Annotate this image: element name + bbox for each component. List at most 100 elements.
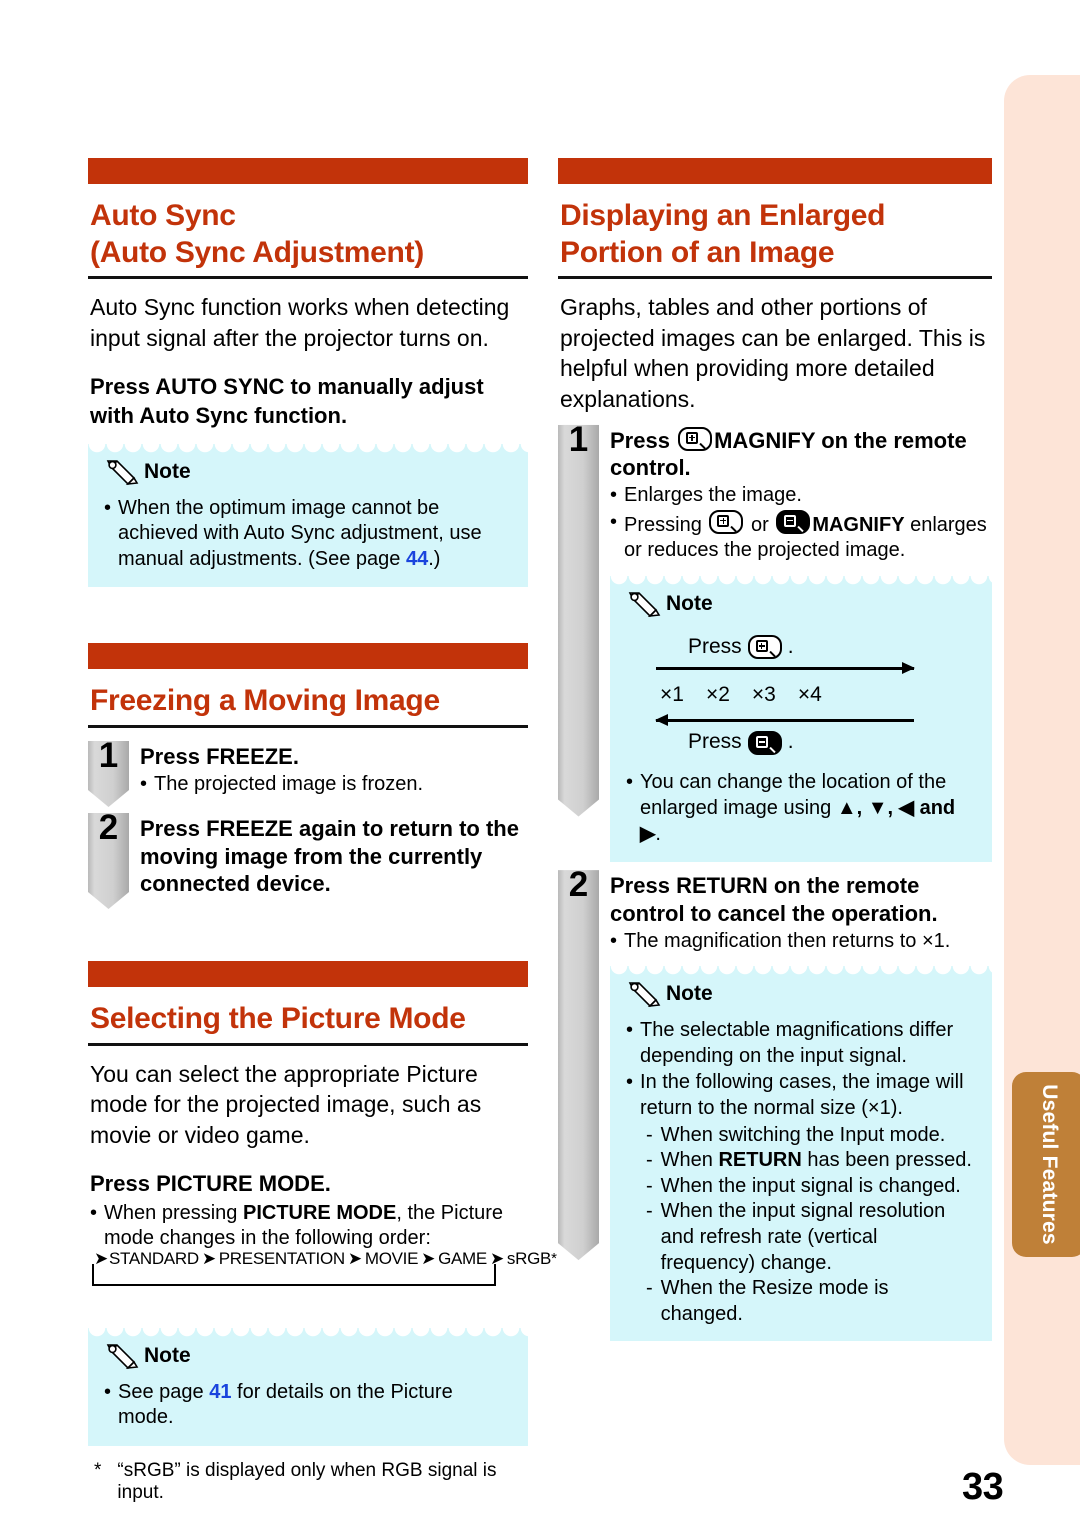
bullet-or: or <box>750 513 769 536</box>
step-magnify-1: 1 Press MAGNIFY on the remote control. •… <box>558 419 992 863</box>
footnote-text: “sRGB” is displayed only when RGB signal… <box>117 1459 497 1503</box>
sub-item-text: When switching the Input mode. <box>660 1123 946 1146</box>
sub-item-text: When the input signal is changed. <box>660 1174 961 1197</box>
step-title: Press FREEZE again to return to the movi… <box>140 815 528 898</box>
chapter-tab-label-line1: Useful <box>1037 1084 1061 1150</box>
cycle-item-standard: STANDARD <box>108 1248 199 1268</box>
section-header-bar <box>88 643 528 670</box>
bullet-dot: • <box>140 772 148 795</box>
step-sub-bullet: • Pressing or MAGNIFY enlarges or reduce… <box>610 509 992 564</box>
arrow-decrease-icon <box>655 713 914 729</box>
note-bullet: • You can change the location of the enl… <box>626 770 976 847</box>
key-magnify: MAGNIFY <box>812 513 905 536</box>
note-label: Note <box>666 982 713 1006</box>
page-ref-link[interactable]: 41 <box>209 1381 231 1403</box>
note-bullet-text: See page 41 for details on the Picture m… <box>118 1380 512 1431</box>
sub-item-text: When RETURN has been pressed. <box>661 1148 972 1174</box>
step-marker: 2 <box>558 865 599 1260</box>
page-ref-link[interactable]: 44 <box>406 548 428 570</box>
cycle-item-game: GAME <box>438 1248 487 1268</box>
sub-dash: - <box>646 1174 653 1197</box>
step-marker: 1 <box>88 738 129 807</box>
note-heading: Note <box>626 590 713 618</box>
step-title-pre: Press <box>610 873 677 899</box>
picture-mode-cycle-diagram: ➤ STANDARD ➤ PRESENTATION ➤ MOVIE ➤ GAME… <box>92 1248 557 1286</box>
note-bullet: • See page 41 for details on the Picture… <box>104 1380 512 1431</box>
step-sub-bullet: • Enlarges the image. <box>610 483 992 509</box>
sub-dash: - <box>646 1277 653 1300</box>
magnify-minus-icon <box>747 730 782 755</box>
step-freeze-2: 2 Press FREEZE again to return to the mo… <box>88 810 528 909</box>
cycle-arrow-icon: ➤ <box>489 1248 504 1268</box>
cycle-arrow-icon: ➤ <box>347 1248 362 1268</box>
note-label: Note <box>144 1343 191 1367</box>
bullet-dot: • <box>104 496 112 519</box>
pencil-icon <box>626 590 664 618</box>
step-sub-text: The projected image is frozen. <box>154 772 424 795</box>
pencil-icon <box>104 458 142 486</box>
press-minus-period: . <box>787 730 794 754</box>
note-label: Note <box>666 591 713 615</box>
title-rule <box>558 276 992 280</box>
step-title: Press MAGNIFY on the remote control. <box>610 426 992 482</box>
chapter-tab-label: Useful Features <box>1012 1072 1080 1257</box>
step-title-pre: Press <box>140 744 207 770</box>
step-number: 2 <box>568 865 589 905</box>
bullet-dot: • <box>626 1019 634 1042</box>
scale-x4: ×4 <box>797 682 822 706</box>
key-magnify: MAGNIFY <box>714 427 816 453</box>
cycle-item-srgb: sRGB <box>506 1248 552 1268</box>
note-bullet-text: The selectable magnifications differ dep… <box>640 1019 954 1067</box>
section-header-bar <box>88 158 528 184</box>
page-number: 33 <box>962 1466 1004 1508</box>
footnote-star: * <box>551 1250 557 1268</box>
step-title-pre: Press <box>140 816 207 842</box>
magnify-plus-icon <box>678 426 713 451</box>
note-body: • The selectable magnifications differ d… <box>626 996 976 1327</box>
auto-sync-instruction: Press AUTO SYNC to manually adjust with … <box>90 373 528 429</box>
press-minus-label: Press <box>688 730 742 754</box>
note-box-magnify: Note Press . ×1 ×2 ×3 ×4 Press . • You c… <box>610 575 992 863</box>
section-enlarged-portion: Displaying an Enlarged Portion of an Ima… <box>558 158 992 1342</box>
note-body: • When the optimum image cannot be achie… <box>104 474 512 573</box>
sub-item-text: When the input signal resolution and ref… <box>660 1200 946 1274</box>
instruction-pre: Press <box>90 1171 157 1197</box>
note-box-picture-mode: Note • See page 41 for details on the Pi… <box>88 1327 528 1446</box>
title-rule <box>88 276 528 280</box>
step-freeze-1: 1 Press FREEZE. • The projected image is… <box>88 738 528 807</box>
cycle-arrow-icon: ➤ <box>421 1248 436 1268</box>
section-header-bar <box>558 158 992 184</box>
picture-mode-intro: You can select the appropriate Picture m… <box>90 1060 482 1148</box>
step-title: Press FREEZE. <box>140 743 528 771</box>
note-box-auto-sync: Note • When the optimum image cannot be … <box>88 443 528 588</box>
note-sub-item: - When switching the Input mode. <box>646 1123 976 1149</box>
press-plus-label: Press <box>688 634 742 658</box>
note-bullet-text: You can change the location of the enlar… <box>640 770 976 847</box>
key-picture-mode: PICTURE MODE <box>242 1201 397 1224</box>
note-bullet-text: In the following cases, the image will r… <box>640 1071 964 1119</box>
step-content: Press FREEZE again to return to the movi… <box>140 813 528 899</box>
step-sub-text: Enlarges the image. <box>624 483 802 506</box>
key-freeze: FREEZE <box>206 744 293 770</box>
step-number: 1 <box>568 419 589 459</box>
note-heading: Note <box>104 1342 191 1370</box>
note-bullet-text: When the optimum image cannot be achieve… <box>118 496 512 573</box>
press-minus-row: Press . <box>688 729 976 756</box>
section-title-picture-mode: Selecting the Picture Mode <box>90 1002 466 1036</box>
note-sub-item: - When the Resize mode is changed. <box>646 1276 976 1327</box>
bullet-dot: • <box>626 771 634 794</box>
note-body: Press . ×1 ×2 ×3 ×4 Press . • You can ch… <box>626 606 976 847</box>
chapter-tab-useful-features: Useful Features <box>1012 1072 1080 1257</box>
picture-mode-bullet-text: When pressing PICTURE MODE, the Picture … <box>104 1201 528 1252</box>
key-return: RETURN <box>718 1149 802 1172</box>
auto-sync-intro: Auto Sync function works when detecting … <box>90 294 510 351</box>
footnote-srgb: * “sRGB” is displayed only when RGB sign… <box>94 1460 528 1504</box>
step-sub-bullet: • The projected image is frozen. <box>140 772 528 798</box>
note-text-pre: See page <box>118 1380 210 1403</box>
section-auto-sync: Auto Sync (Auto Sync Adjustment) Auto Sy… <box>88 158 528 588</box>
left-column: Auto Sync (Auto Sync Adjustment) Auto Sy… <box>88 158 557 1504</box>
section-title-line2: (Auto Sync Adjustment) <box>90 235 424 269</box>
step-sub-text: Pressing or MAGNIFY enlarges or reduces … <box>624 509 992 564</box>
step-content: Press RETURN on the remote control to ca… <box>610 870 992 1342</box>
sub-dash: - <box>646 1200 653 1223</box>
